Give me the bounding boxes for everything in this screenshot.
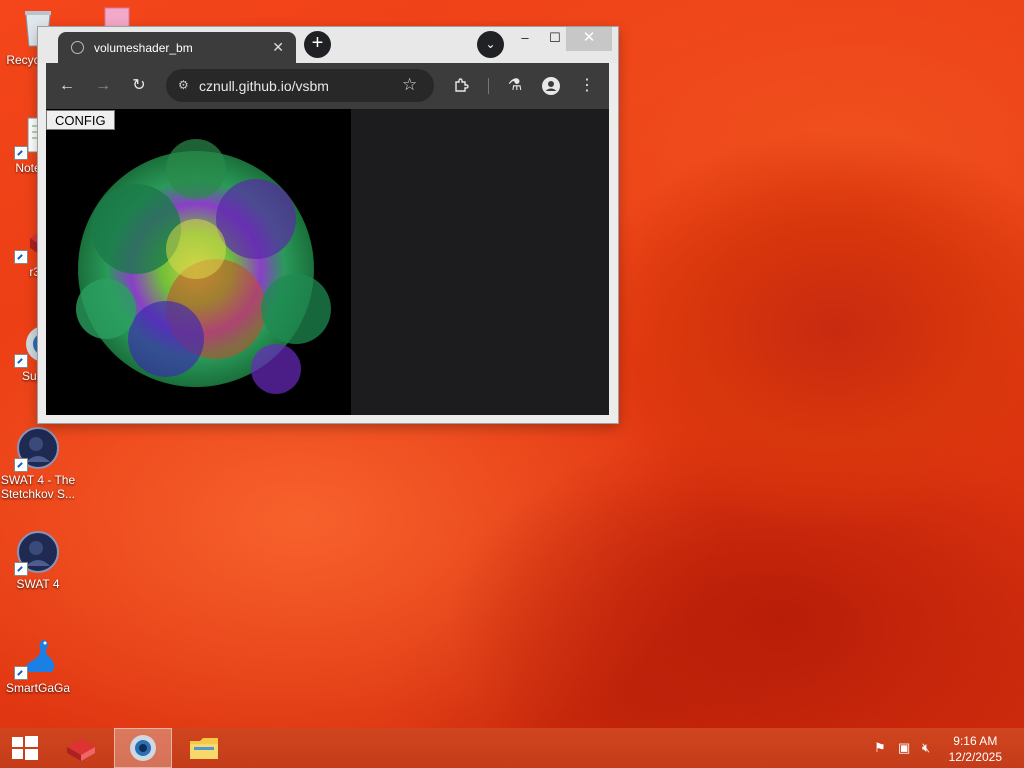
- chevron-down-icon: ⌄: [485, 37, 496, 51]
- swat4-icon: [14, 530, 60, 576]
- clock-time: 9:16 AM: [953, 734, 998, 748]
- puzzle-icon: [455, 78, 469, 92]
- new-tab-button[interactable]: +: [304, 31, 331, 58]
- fractal-render: [76, 139, 331, 394]
- swat4-icon: [14, 426, 60, 472]
- system-clock[interactable]: 9:16 AM 12/2/2025: [949, 733, 1002, 765]
- browser-toolbar: ← → ↻ ⚙ cznull.github.io/vsbm ☆ ⚗ ⋮: [46, 63, 609, 109]
- tab-strip: volumeshader_bm ✕ + ⌄ – ☐ ✕: [38, 27, 618, 63]
- desktop-icon-label: SWAT 4 - The Stetchkov S...: [0, 473, 76, 501]
- desktop-icon-smartgaga[interactable]: SmartGaGa: [0, 634, 78, 695]
- folder-icon: [190, 738, 218, 759]
- start-button[interactable]: [0, 728, 58, 768]
- taskbar-app-browser[interactable]: [114, 728, 172, 768]
- shortcut-arrow-icon: [14, 562, 28, 576]
- r3d-icon: [67, 739, 95, 761]
- shortcut-arrow-icon: [14, 666, 28, 680]
- network-icon[interactable]: ▣: [898, 740, 910, 756]
- arrow-left-icon: ←: [59, 77, 75, 94]
- more-vert-icon: ⋮: [579, 77, 595, 94]
- smartgaga-swan-icon: [14, 634, 60, 680]
- address-bar[interactable]: ⚙ cznull.github.io/vsbm ☆: [166, 69, 434, 102]
- profile-button[interactable]: [540, 75, 562, 97]
- desktop-icon-swat4-stetchkov[interactable]: SWAT 4 - The Stetchkov S...: [0, 426, 78, 501]
- clock-date: 12/2/2025: [948, 750, 1002, 764]
- minimize-button[interactable]: –: [508, 27, 542, 51]
- action-center-flag-icon[interactable]: ⚑: [874, 740, 886, 756]
- taskbar-app-file-explorer[interactable]: [176, 728, 234, 768]
- url-text: cznull.github.io/vsbm: [199, 78, 329, 94]
- config-button[interactable]: CONFIG: [46, 110, 115, 130]
- toolbar-divider: [488, 78, 489, 94]
- windows-logo-icon: [12, 736, 38, 760]
- shortcut-arrow-icon: [14, 354, 28, 368]
- close-window-button[interactable]: ✕: [566, 27, 612, 51]
- flask-icon: ⚗: [507, 77, 523, 94]
- shortcut-arrow-icon: [14, 250, 28, 264]
- tab-volumeshader[interactable]: volumeshader_bm ✕: [58, 32, 296, 63]
- tab-close-button[interactable]: ✕: [272, 39, 284, 56]
- labs-button[interactable]: ⚗: [504, 75, 526, 97]
- arrow-right-icon: →: [95, 77, 111, 94]
- forward-button[interactable]: →: [92, 75, 114, 97]
- menu-button[interactable]: ⋮: [576, 75, 598, 97]
- back-button[interactable]: ←: [56, 75, 78, 97]
- avatar-icon: [542, 77, 560, 95]
- taskbar: ⚑ ▣ 🔇︎ 9:16 AM 12/2/2025: [0, 728, 1024, 768]
- volume-muted-icon[interactable]: 🔇︎: [922, 740, 930, 756]
- site-info-icon[interactable]: ⚙: [178, 78, 189, 92]
- tab-title: volumeshader_bm: [94, 41, 193, 55]
- globe-icon: [71, 41, 84, 54]
- shortcut-arrow-icon: [14, 146, 28, 160]
- extensions-button[interactable]: [450, 75, 472, 97]
- reload-button[interactable]: ↻: [128, 75, 150, 97]
- render-canvas[interactable]: CONFIG: [46, 109, 351, 415]
- tab-search-button[interactable]: ⌄: [477, 31, 504, 58]
- desktop-icon-label: SWAT 4: [16, 577, 60, 591]
- desktop-icon-label: SmartGaGa: [5, 681, 71, 695]
- taskbar-app-r3d[interactable]: [54, 728, 112, 768]
- browser-icon: [130, 735, 156, 761]
- desktop-icon-swat4[interactable]: SWAT 4: [0, 530, 78, 591]
- bookmark-star-icon[interactable]: ☆: [402, 75, 417, 95]
- browser-window: volumeshader_bm ✕ + ⌄ – ☐ ✕ ← → ↻ ⚙ cznu…: [38, 27, 618, 423]
- page-viewport: CONFIG: [46, 109, 609, 415]
- reload-icon: ↻: [132, 77, 146, 94]
- shortcut-arrow-icon: [14, 458, 28, 472]
